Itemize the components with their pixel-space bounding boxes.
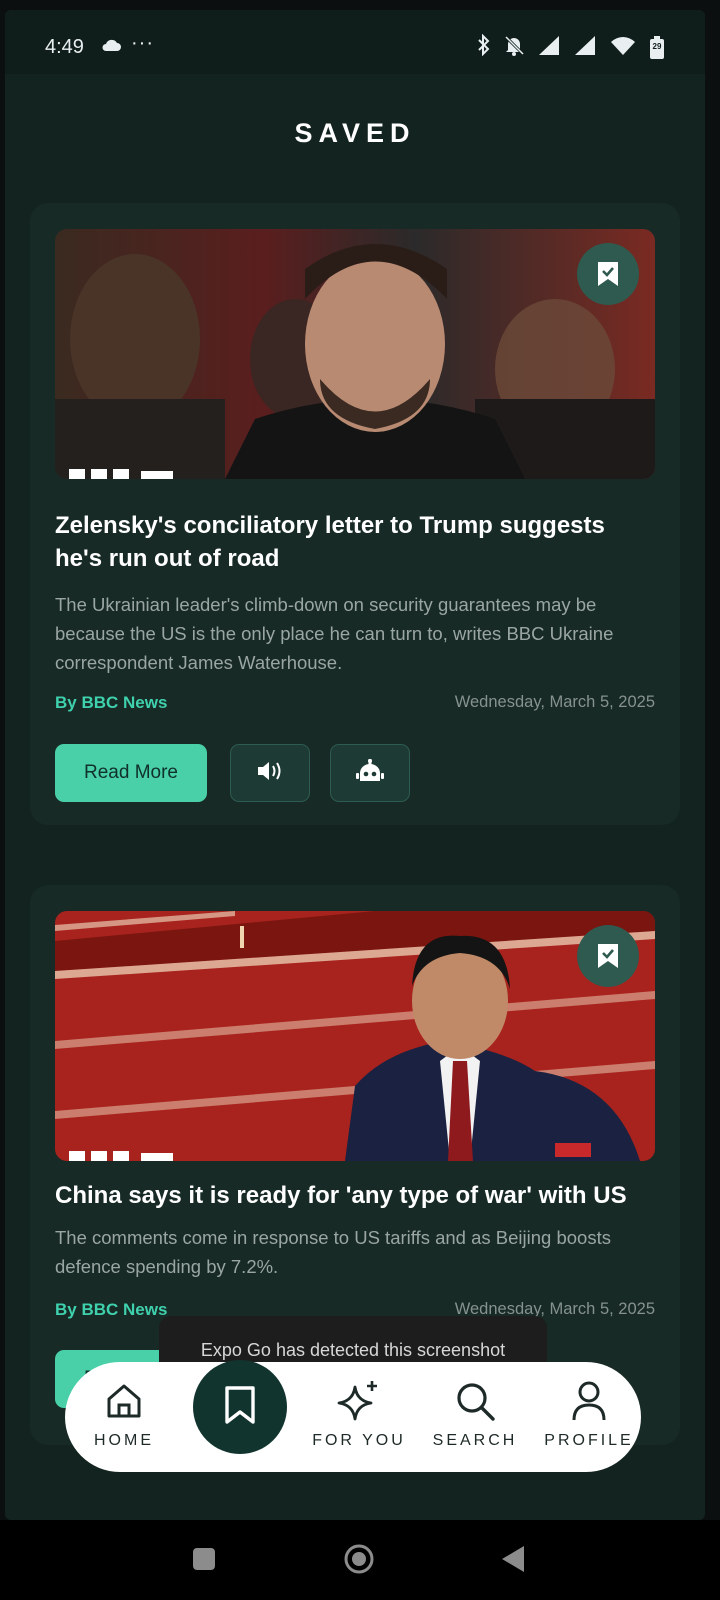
bookmark-check-icon [596,260,620,288]
article-description: The comments come in response to US tari… [55,1227,611,1277]
nav-for-you[interactable]: FOR YOU [309,1362,409,1472]
status-time: 4:49 [45,36,84,58]
recent-apps-button[interactable] [193,1548,215,1575]
article-source: By BBC News [55,693,168,712]
unsave-bookmark-button[interactable] [577,925,639,987]
cloud-icon [101,38,121,57]
nav-home-label: HOME [94,1432,154,1449]
article-date: Wednesday, March 5, 2025 [454,693,655,711]
article-card[interactable]: Zelensky's conciliatory letter to Trump … [30,203,680,825]
bottom-nav: HOME FOR YOU SEARCH PROFILE [65,1360,641,1472]
bluetooth-icon [477,33,491,61]
article-headline[interactable]: Zelensky's conciliatory letter to Trump … [55,509,655,575]
user-icon [569,1380,609,1422]
back-button[interactable] [502,1546,524,1577]
signal-icon [537,34,561,61]
article-image[interactable] [55,229,655,479]
battery-level: 29 [652,41,662,51]
speaker-icon [256,760,284,787]
home-system-button[interactable] [344,1544,374,1579]
nav-home[interactable]: HOME [79,1362,169,1472]
read-more-button[interactable]: Read More [55,744,207,802]
bell-off-icon [503,34,525,61]
search-icon [454,1380,496,1422]
nav-profile[interactable]: PROFILE [539,1362,639,1472]
system-nav-bar [0,1520,720,1600]
nav-search-label: SEARCH [432,1432,518,1449]
status-bar: 4:49 ··· 29 [5,10,705,74]
article-headline[interactable]: China says it is ready for 'any type of … [55,1179,655,1212]
wifi-icon [609,34,637,61]
nav-for-you-label: FOR YOU [312,1432,406,1449]
nav-search[interactable]: SEARCH [425,1362,525,1472]
ai-assistant-button[interactable] [330,744,410,802]
home-icon [104,1380,144,1422]
unsave-bookmark-button[interactable] [577,243,639,305]
nav-saved[interactable] [193,1360,287,1454]
page-title: SAVED [294,118,416,148]
nav-profile-label: PROFILE [544,1432,634,1449]
article-source: By BBC News [55,1300,168,1319]
app-screen: 4:49 ··· 29 SAVED Zelensky's conciliator… [5,10,705,1520]
robot-icon [356,758,384,788]
bookmark-check-icon [596,942,620,970]
bookmark-icon [223,1385,257,1430]
article-image[interactable] [55,911,655,1161]
more-notifications-icon: ··· [131,32,154,54]
status-icons: 29 [477,33,665,61]
article-description: The Ukrainian leader's climb-down on sec… [55,594,614,673]
battery-icon: 29 [649,35,665,60]
signal-icon-2 [573,34,597,61]
listen-button[interactable] [230,744,310,802]
sparkles-icon [337,1380,381,1422]
